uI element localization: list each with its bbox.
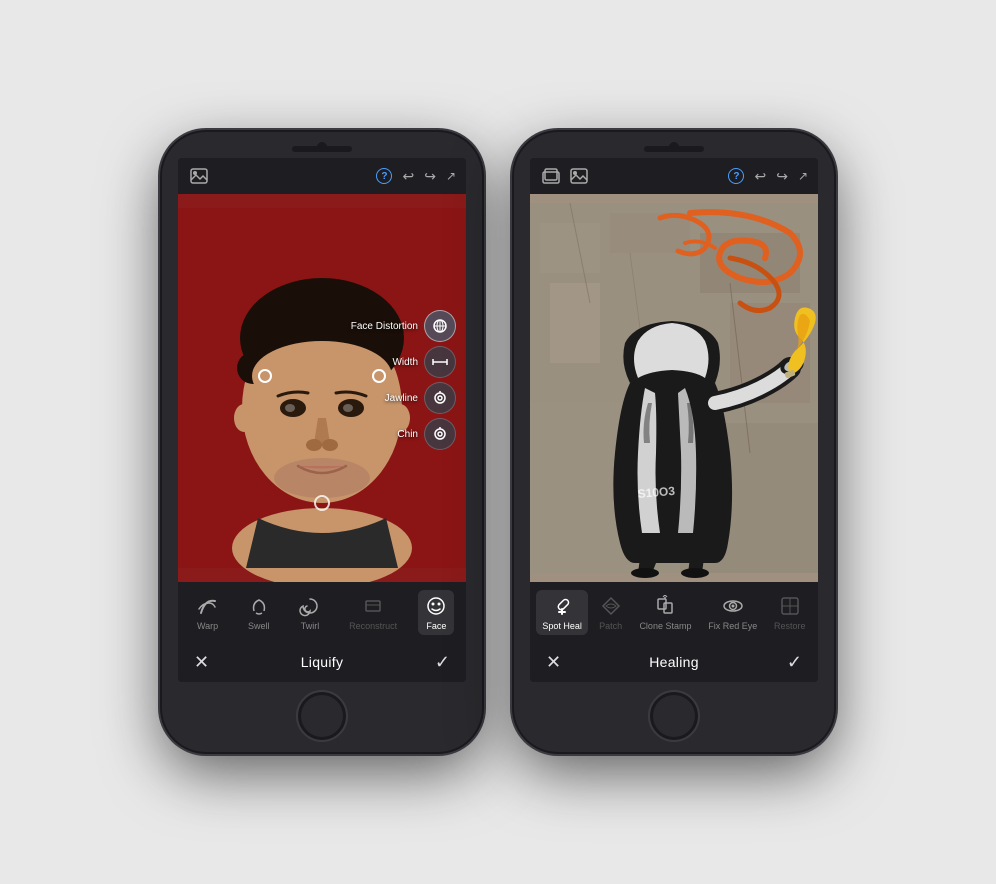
expand-icon-right[interactable]: ↗: [798, 169, 808, 183]
healing-canvas[interactable]: S10O3: [530, 194, 818, 582]
healing-cancel-button[interactable]: ✕: [546, 652, 561, 673]
restore-tool: Restore: [768, 590, 812, 635]
healing-toolbar: ? ↩ ↪ ↗: [530, 158, 818, 194]
home-button-right[interactable]: [648, 690, 700, 742]
liquify-title: Liquify: [301, 654, 344, 670]
width-label: Width: [392, 357, 418, 368]
reconstruct-label: Reconstruct: [349, 621, 397, 631]
warp-label: Warp: [197, 621, 218, 631]
home-button-left[interactable]: [296, 690, 348, 742]
liquify-canvas[interactable]: Face Distortion Widt: [178, 194, 466, 582]
warp-icon: [196, 594, 220, 618]
face-tool[interactable]: Face: [418, 590, 454, 635]
phone-speaker-left: [292, 146, 352, 152]
twirl-tool[interactable]: Twirl: [292, 590, 328, 635]
layers-icon[interactable]: [540, 165, 562, 187]
expand-icon[interactable]: ↗: [446, 169, 456, 183]
swell-label: Swell: [248, 621, 270, 631]
graffiti-svg: S10O3: [530, 194, 818, 582]
toolbar-right-healing: ? ↩ ↪ ↗: [728, 168, 808, 185]
twirl-icon: [298, 594, 322, 618]
undo-icon[interactable]: ↩: [402, 168, 414, 185]
twirl-label: Twirl: [301, 621, 320, 631]
help-icon[interactable]: ?: [376, 168, 392, 184]
warp-tool[interactable]: Warp: [190, 590, 226, 635]
redo-icon-right[interactable]: ↪: [776, 168, 788, 185]
spot-heal-icon: [550, 594, 574, 618]
healing-screen: ? ↩ ↪ ↗: [530, 158, 818, 682]
spot-heal-label: Spot Heal: [542, 621, 582, 631]
fix-red-eye-tool[interactable]: Fix Red Eye: [702, 590, 763, 635]
clone-stamp-label: Clone Stamp: [639, 621, 691, 631]
liquify-confirm-button[interactable]: ✓: [435, 652, 450, 673]
face-distortion-item[interactable]: Face Distortion: [351, 310, 456, 342]
image-icon[interactable]: [188, 165, 210, 187]
face-distortion-menu: Face Distortion Widt: [351, 310, 456, 450]
spot-heal-tool[interactable]: Spot Heal: [536, 590, 588, 635]
liquify-toolbar: ? ↩ ↪ ↗: [178, 158, 466, 194]
healing-phone: ? ↩ ↪ ↗: [514, 132, 834, 752]
redo-icon[interactable]: ↪: [424, 168, 436, 185]
face-distortion-btn[interactable]: [424, 310, 456, 342]
face-distortion-label: Face Distortion: [351, 321, 418, 332]
liquify-tools: Warp Swell: [178, 582, 466, 642]
jawline-label: Jawline: [385, 393, 418, 404]
liquify-action-bar: ✕ Liquify ✓: [178, 642, 466, 682]
patch-tool: Patch: [593, 590, 629, 635]
restore-label: Restore: [774, 621, 806, 631]
swell-tool[interactable]: Swell: [241, 590, 277, 635]
image-icon-right[interactable]: [568, 165, 590, 187]
phone-speaker-right: [644, 146, 704, 152]
fix-red-eye-icon: [721, 594, 745, 618]
main-scene: ? ↩ ↪ ↗: [142, 112, 854, 772]
patch-label: Patch: [599, 621, 622, 631]
chin-btn[interactable]: [424, 418, 456, 450]
liquify-cancel-button[interactable]: ✕: [194, 652, 209, 673]
face-icon: [424, 594, 448, 618]
chin-label: Chin: [397, 429, 418, 440]
left-width-dot[interactable]: [258, 369, 272, 383]
healing-action-bar: ✕ Healing ✓: [530, 642, 818, 682]
fix-red-eye-label: Fix Red Eye: [708, 621, 757, 631]
reconstruct-tool: Reconstruct: [343, 590, 403, 635]
healing-confirm-button[interactable]: ✓: [787, 652, 802, 673]
width-btn[interactable]: [424, 346, 456, 378]
toolbar-left-healing: [540, 165, 590, 187]
undo-icon-right[interactable]: ↩: [754, 168, 766, 185]
toolbar-left-liquify: [188, 165, 210, 187]
jawline-btn[interactable]: [424, 382, 456, 414]
toolbar-right-liquify: ? ↩ ↪ ↗: [376, 168, 456, 185]
face-label: Face: [426, 621, 446, 631]
clone-stamp-icon: [653, 594, 677, 618]
healing-title: Healing: [649, 654, 699, 670]
patch-icon: [599, 594, 623, 618]
reconstruct-icon: [361, 594, 385, 618]
healing-tools: Spot Heal Patch: [530, 582, 818, 642]
liquify-screen: ? ↩ ↪ ↗: [178, 158, 466, 682]
swell-icon: [247, 594, 271, 618]
clone-stamp-tool[interactable]: Clone Stamp: [633, 590, 697, 635]
restore-icon: [778, 594, 802, 618]
graffiti-background: S10O3: [530, 194, 818, 582]
liquify-phone: ? ↩ ↪ ↗: [162, 132, 482, 752]
help-icon-right[interactable]: ?: [728, 168, 744, 184]
jawline-item[interactable]: Jawline: [385, 382, 456, 414]
width-item[interactable]: Width: [392, 346, 456, 378]
chin-item[interactable]: Chin: [397, 418, 456, 450]
portrait-background: Face Distortion Widt: [178, 194, 466, 582]
